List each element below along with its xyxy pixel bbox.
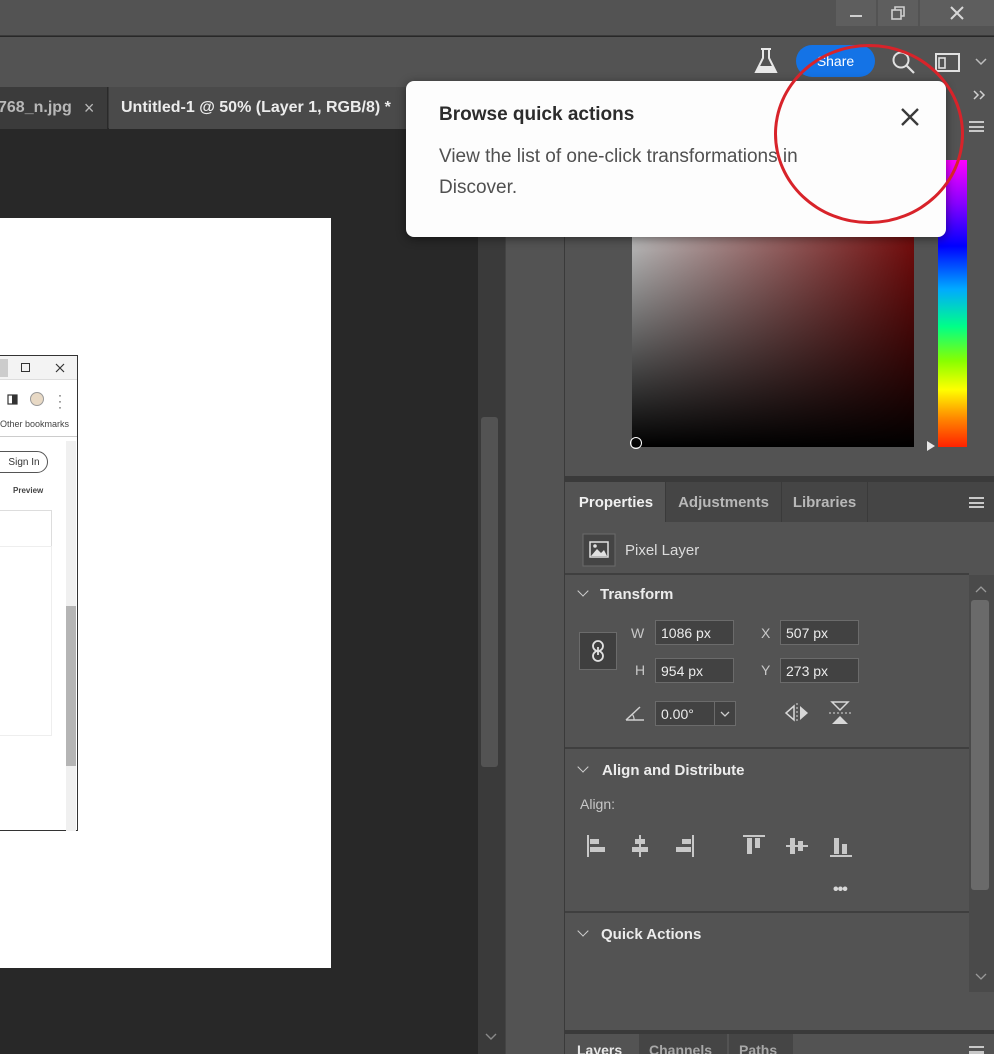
sidebar-icon xyxy=(7,394,18,405)
document-tab-untitled[interactable]: Untitled-1 @ 50% (Layer 1, RGB/8) * xyxy=(109,87,409,129)
angle-field[interactable]: 0.00° xyxy=(655,701,715,726)
preview-label: Preview xyxy=(13,486,44,495)
tab-label: Untitled-1 @ 50% (Layer 1, RGB/8) * xyxy=(121,99,391,116)
tab-paths[interactable]: Paths xyxy=(729,1034,793,1054)
width-field[interactable]: 1086 px xyxy=(655,620,734,645)
search-icon[interactable] xyxy=(891,50,917,76)
tab-properties[interactable]: Properties xyxy=(567,482,666,522)
maximize-icon xyxy=(21,363,30,372)
align-left-icon[interactable] xyxy=(586,834,608,858)
align-right-icon[interactable] xyxy=(673,834,695,858)
section-separator xyxy=(565,911,969,913)
layers-panel-menu-icon[interactable] xyxy=(969,1046,984,1054)
height-field[interactable]: 954 px xyxy=(655,658,734,683)
link-dimensions-button[interactable] xyxy=(579,632,617,670)
color-picker-handle[interactable] xyxy=(630,437,642,449)
width-label: W xyxy=(631,625,645,641)
share-button[interactable]: Share xyxy=(796,45,875,77)
chevron-down-icon xyxy=(720,711,730,717)
quick-actions-title[interactable]: Quick Actions xyxy=(601,926,701,943)
tab-label: 768_n.jpg xyxy=(0,99,72,116)
tab-layers[interactable]: Layers xyxy=(567,1034,637,1054)
align-distribute-title[interactable]: Align and Distribute xyxy=(602,762,745,779)
collapse-panels-icon[interactable] xyxy=(971,89,987,101)
kebab-menu-icon: · · · xyxy=(58,388,62,414)
close-icon xyxy=(950,6,964,20)
scroll-up-icon[interactable] xyxy=(975,585,987,594)
workspace-icon[interactable] xyxy=(935,52,961,74)
tab-libraries[interactable]: Libraries xyxy=(782,482,868,522)
align-label: Align: xyxy=(580,796,616,812)
document-tab-jpg[interactable]: 768_n.jpg × xyxy=(0,87,108,129)
section-separator xyxy=(565,747,969,749)
popover-title: Browse quick actions xyxy=(439,104,635,125)
align-horizontal-center-icon[interactable] xyxy=(629,834,651,858)
properties-panel-menu-icon[interactable] xyxy=(969,497,984,508)
tab-channels[interactable]: Channels xyxy=(639,1034,727,1054)
layer-type-label: Pixel Layer xyxy=(625,542,700,559)
scroll-down-icon[interactable] xyxy=(484,1032,498,1042)
transform-title[interactable]: Transform xyxy=(600,586,673,603)
align-top-icon[interactable] xyxy=(742,834,766,858)
section-separator xyxy=(565,573,969,575)
y-field[interactable]: 273 px xyxy=(780,658,859,683)
close-icon xyxy=(55,363,65,373)
scrollbar-thumb[interactable] xyxy=(481,417,498,767)
flask-icon[interactable] xyxy=(752,46,780,76)
chevron-down-icon[interactable] xyxy=(974,57,988,67)
popover-close-icon[interactable] xyxy=(896,103,924,131)
angle-dropdown[interactable] xyxy=(714,701,736,726)
close-window-button[interactable] xyxy=(920,0,994,26)
pixel-layer-icon xyxy=(582,533,616,567)
other-bookmarks-label: Other bookmarks xyxy=(0,419,70,429)
x-label: X xyxy=(761,625,771,641)
more-options-button[interactable]: ••• xyxy=(833,881,848,899)
tab-adjustments[interactable]: Adjustments xyxy=(666,482,782,522)
link-icon xyxy=(592,640,604,662)
hue-slider-handle-icon[interactable] xyxy=(925,439,937,453)
flip-vertical-icon[interactable] xyxy=(828,700,852,726)
angle-icon xyxy=(625,706,644,721)
minimize-button[interactable] xyxy=(836,0,876,26)
height-label: H xyxy=(635,662,646,678)
align-bottom-icon[interactable] xyxy=(829,834,853,858)
color-panel-menu-icon[interactable] xyxy=(969,121,984,132)
tab-close-icon[interactable]: × xyxy=(84,98,95,119)
collapsed-panel-dock xyxy=(505,130,565,1054)
restore-icon xyxy=(891,6,905,20)
popover-body: View the list of one-click transformatio… xyxy=(439,146,798,198)
restore-button[interactable] xyxy=(878,0,918,26)
minimize-icon xyxy=(850,15,862,17)
properties-scrollbar-thumb[interactable] xyxy=(971,600,989,890)
y-label: Y xyxy=(761,662,771,678)
align-vertical-center-icon[interactable] xyxy=(785,834,809,858)
embedded-browser-screenshot: · · · Other bookmarks Sign In Preview xyxy=(0,355,78,831)
x-field[interactable]: 507 px xyxy=(780,620,859,645)
avatar xyxy=(30,392,44,406)
scroll-down-icon[interactable] xyxy=(975,972,987,981)
flip-horizontal-icon[interactable] xyxy=(784,702,810,724)
sign-in-button: Sign In xyxy=(0,451,48,473)
